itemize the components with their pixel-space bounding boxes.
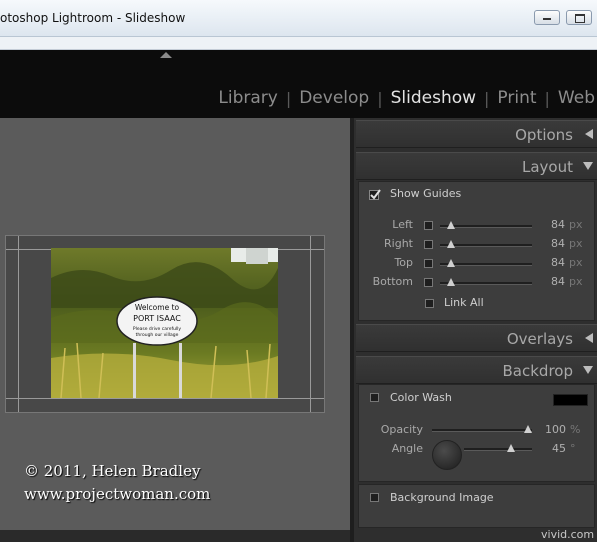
window-title: otoshop Lightroom - Slideshow bbox=[0, 11, 186, 25]
layout-right-slider-thumb[interactable] bbox=[447, 240, 456, 248]
color-wash-label: Color Wash bbox=[390, 391, 452, 404]
angle-slider-thumb[interactable] bbox=[507, 444, 515, 452]
layout-left-unit: px bbox=[569, 218, 583, 231]
show-guides-checkbox[interactable] bbox=[369, 186, 381, 200]
panel-header-options-label: Options bbox=[515, 126, 573, 144]
module-separator: | bbox=[484, 88, 490, 108]
module-print[interactable]: Print bbox=[497, 88, 536, 108]
credit-website: www.projectwoman.com bbox=[24, 485, 211, 503]
module-picker: Library | Develop | Slideshow | Print | … bbox=[218, 86, 595, 110]
triangle-down-icon bbox=[583, 162, 593, 170]
layout-top-link-checkbox[interactable] bbox=[424, 259, 433, 268]
color-wash-swatch[interactable] bbox=[553, 394, 588, 406]
angle-value[interactable]: 45 bbox=[536, 442, 566, 455]
panel-header-backdrop-label: Backdrop bbox=[502, 362, 573, 380]
show-guides-label: Show Guides bbox=[390, 187, 462, 200]
module-develop[interactable]: Develop bbox=[299, 88, 369, 108]
layout-top-slider[interactable] bbox=[440, 259, 532, 267]
slide-photo-image bbox=[51, 248, 278, 398]
background-image-checkbox[interactable] bbox=[370, 493, 379, 502]
guide-left bbox=[18, 236, 19, 412]
opacity-unit: % bbox=[570, 423, 581, 436]
module-library[interactable]: Library bbox=[218, 88, 277, 108]
module-slideshow[interactable]: Slideshow bbox=[391, 88, 476, 108]
panel-header-options[interactable]: Options bbox=[356, 120, 597, 148]
guide-right bbox=[310, 236, 311, 412]
guide-bottom bbox=[6, 398, 324, 399]
angle-slider[interactable] bbox=[464, 444, 532, 452]
panel-header-overlays[interactable]: Overlays bbox=[356, 324, 597, 352]
opacity-slider[interactable] bbox=[432, 425, 532, 433]
layout-right-unit: px bbox=[569, 237, 583, 250]
filmstrip-edge bbox=[0, 530, 350, 542]
watermark: vivid.com bbox=[541, 528, 595, 541]
maximize-icon bbox=[575, 14, 585, 23]
minimize-icon bbox=[543, 18, 551, 20]
layout-bottom-link-checkbox[interactable] bbox=[424, 278, 433, 287]
triangle-down-icon bbox=[583, 366, 593, 374]
angle-label: Angle bbox=[391, 442, 423, 455]
panel-header-backdrop[interactable]: Backdrop bbox=[356, 356, 597, 384]
panel-header-layout-label: Layout bbox=[522, 158, 573, 176]
module-separator: | bbox=[544, 88, 550, 108]
color-wash-checkbox[interactable] bbox=[370, 393, 379, 402]
layout-right-link-checkbox[interactable] bbox=[424, 240, 433, 249]
layout-right-slider[interactable] bbox=[440, 240, 532, 248]
opacity-slider-thumb[interactable] bbox=[524, 425, 532, 433]
opacity-label: Opacity bbox=[380, 423, 423, 436]
collapse-top-panel-icon[interactable] bbox=[160, 52, 172, 58]
layout-left-value[interactable]: 84 bbox=[535, 218, 565, 231]
link-all-label: Link All bbox=[444, 296, 484, 309]
layout-bottom-label: Bottom bbox=[372, 275, 413, 288]
panel-header-layout[interactable]: Layout bbox=[356, 152, 597, 180]
link-all-checkbox[interactable] bbox=[425, 299, 434, 308]
layout-bottom-slider-thumb[interactable] bbox=[447, 278, 456, 286]
layout-top-value[interactable]: 84 bbox=[535, 256, 565, 269]
checkmark-icon bbox=[369, 189, 381, 200]
angle-unit: ° bbox=[570, 442, 576, 455]
sign-line3: Please drive carefully bbox=[132, 327, 182, 332]
layout-top-label: Top bbox=[394, 256, 413, 269]
angle-dial[interactable] bbox=[432, 440, 462, 470]
background-image-label: Background Image bbox=[390, 491, 494, 504]
layout-bottom-slider[interactable] bbox=[440, 278, 532, 286]
opacity-value[interactable]: 100 bbox=[536, 423, 566, 436]
module-separator: | bbox=[377, 88, 383, 108]
sign-line2: PORT ISAAC bbox=[133, 314, 181, 323]
layout-top-slider-thumb[interactable] bbox=[447, 259, 456, 267]
minimize-button[interactable] bbox=[534, 10, 560, 25]
layout-left-slider[interactable] bbox=[440, 221, 532, 229]
layout-top-unit: px bbox=[569, 256, 583, 269]
layout-right-value[interactable]: 84 bbox=[535, 237, 565, 250]
layout-bottom-unit: px bbox=[569, 275, 583, 288]
triangle-left-icon bbox=[585, 129, 593, 139]
triangle-left-icon bbox=[585, 333, 593, 343]
credit-copyright: © 2011, Helen Bradley bbox=[24, 462, 201, 480]
panel-header-overlays-label: Overlays bbox=[506, 330, 573, 348]
layout-bottom-value[interactable]: 84 bbox=[535, 275, 565, 288]
layout-left-link-checkbox[interactable] bbox=[424, 221, 433, 230]
maximize-button[interactable] bbox=[566, 10, 592, 25]
menu-strip bbox=[0, 37, 597, 50]
layout-left-slider-thumb[interactable] bbox=[447, 221, 456, 229]
slide-photo: Welcome to PORT ISAAC Please drive caref… bbox=[51, 248, 278, 398]
layout-left-label: Left bbox=[392, 218, 413, 231]
module-web[interactable]: Web bbox=[558, 88, 595, 108]
module-separator: | bbox=[285, 88, 292, 108]
layout-right-label: Right bbox=[384, 237, 413, 250]
sign-line1: Welcome to bbox=[134, 303, 180, 312]
sign-line4: through our village bbox=[135, 333, 179, 338]
